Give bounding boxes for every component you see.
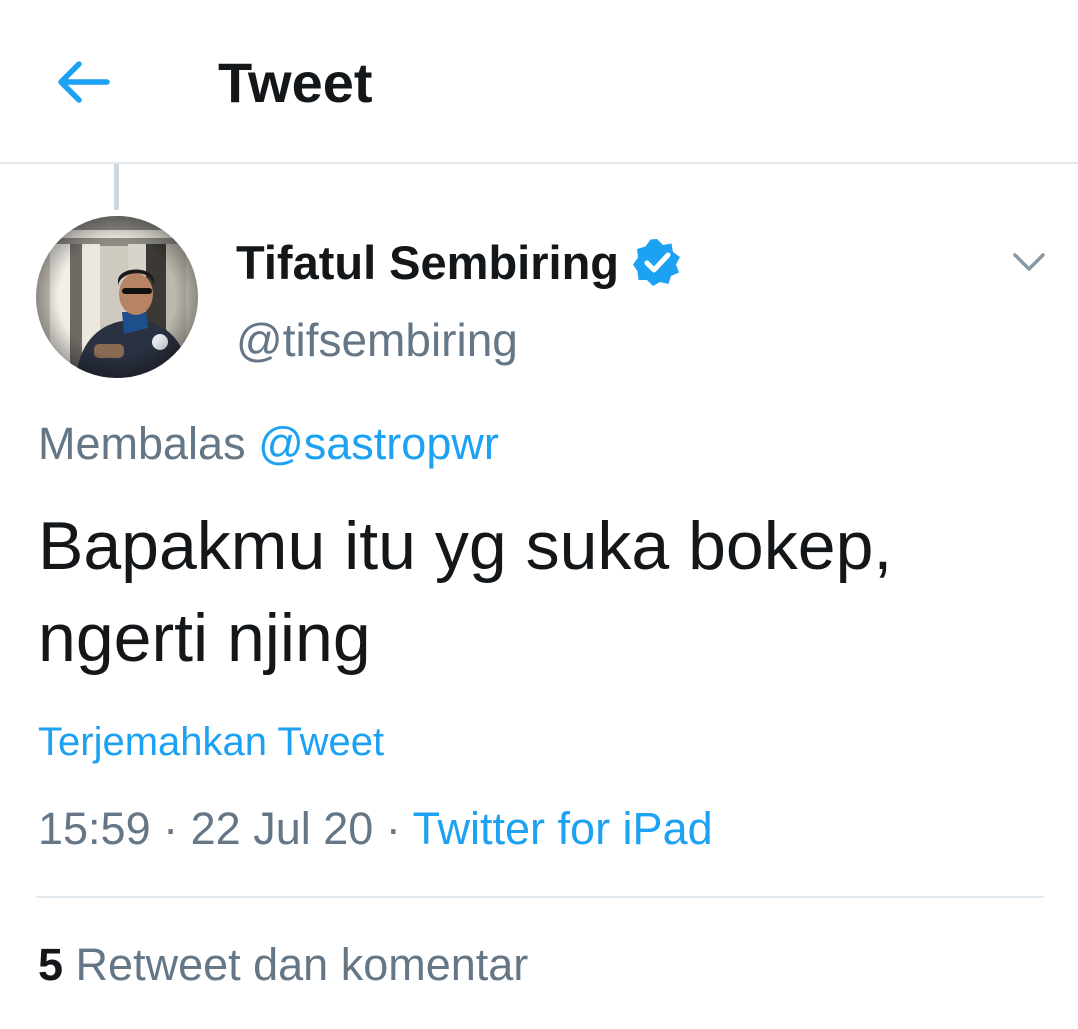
thread-connector-line — [114, 164, 119, 210]
tweet-source-link[interactable]: Twitter for iPad — [413, 803, 713, 854]
more-options-button[interactable] — [1004, 240, 1054, 284]
retweet-stats-link[interactable]: 5 Retweet dan komentar — [38, 936, 528, 994]
divider — [36, 896, 1044, 898]
avatar[interactable] — [36, 216, 198, 378]
meta-separator: · — [385, 803, 401, 854]
meta-separator: · — [163, 803, 179, 854]
display-name[interactable]: Tifatul Sembiring — [236, 235, 619, 290]
author-handle[interactable]: @tifsembiring — [236, 312, 518, 368]
tweet-text-line: ngerti njing — [38, 600, 371, 676]
profile-photo — [36, 216, 198, 378]
tweet-date: 22 Jul 20 — [190, 803, 374, 854]
retweet-label: Retweet dan komentar — [75, 939, 529, 990]
arrow-left-icon — [58, 61, 110, 103]
author-name-row[interactable]: Tifatul Sembiring — [236, 230, 681, 294]
tweet-time: 15:59 — [38, 803, 151, 854]
verified-badge-icon — [633, 239, 680, 286]
translate-tweet-link[interactable]: Terjemahkan Tweet — [38, 716, 384, 768]
reply-mention-link[interactable]: @sastropwr — [258, 418, 499, 469]
page-title: Tweet — [218, 51, 373, 114]
tweet-metadata: 15:59 · 22 Jul 20 · Twitter for iPad — [38, 800, 713, 858]
tweet-text-line: Bapakmu itu yg suka bokep, — [38, 508, 893, 584]
retweet-count: 5 — [38, 939, 64, 990]
reply-prefix: Membalas — [38, 418, 246, 469]
back-button[interactable] — [52, 52, 116, 112]
tweet-text: Bapakmu itu yg suka bokep, ngerti njing — [38, 500, 1048, 684]
top-app-bar: Tweet — [0, 0, 1078, 164]
chevron-down-icon — [1013, 253, 1045, 271]
reply-context: Membalas @sastropwr — [38, 416, 499, 472]
